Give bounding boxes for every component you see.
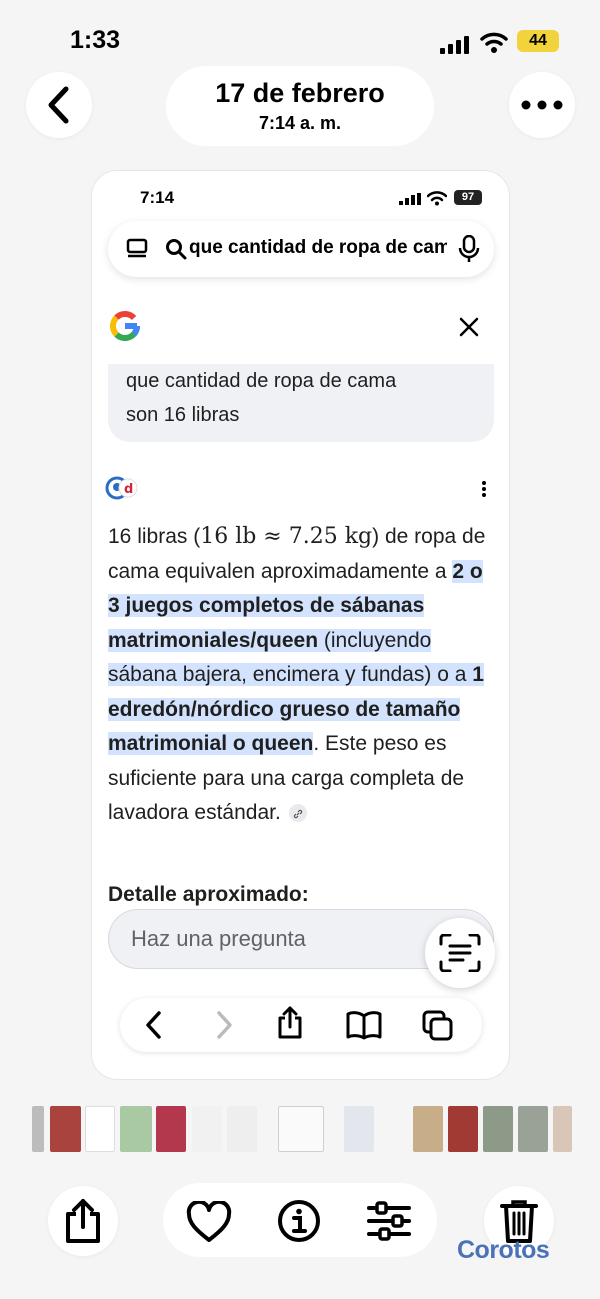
adjust-icon[interactable] xyxy=(366,1200,412,1242)
search-query[interactable]: que cantidad de ropa de cama son 16 libr… xyxy=(189,237,447,259)
prompt-line: que cantidad de ropa de cama xyxy=(126,370,397,392)
tabs-icon[interactable] xyxy=(422,1010,454,1042)
browser-forward-icon[interactable] xyxy=(214,1010,234,1040)
prompt-line: son 16 libras xyxy=(126,404,240,426)
status-bar: 1:33 44 xyxy=(0,22,600,62)
thumbnail[interactable] xyxy=(50,1106,81,1152)
mic-icon[interactable] xyxy=(458,235,480,263)
photo-toolbar xyxy=(163,1183,437,1257)
share-icon xyxy=(66,1199,100,1243)
back-icon xyxy=(48,86,69,124)
back-button[interactable] xyxy=(26,72,92,138)
search-icon xyxy=(166,239,187,260)
search-bar[interactable]: que cantidad de ropa de cama son 16 libr… xyxy=(108,221,494,277)
thumbnail[interactable] xyxy=(483,1106,513,1152)
thumbnail[interactable] xyxy=(448,1106,478,1152)
share-button[interactable] xyxy=(48,1186,118,1256)
more-icon xyxy=(521,100,563,110)
source-icons[interactable]: d xyxy=(105,476,139,500)
inner-battery-indicator: 97 xyxy=(454,190,482,205)
kebab-menu-icon[interactable] xyxy=(481,481,487,497)
photo-date: 17 de febrero xyxy=(215,78,385,108)
thumbnail[interactable] xyxy=(413,1106,443,1152)
signal-icon xyxy=(440,36,469,54)
ai-answer: 16 libras (16 lb ≈ 7.25 kg) de ropa de c… xyxy=(108,520,488,831)
thumbnail-strip[interactable] xyxy=(32,1106,572,1152)
status-time: 1:33 xyxy=(70,26,121,54)
thumbnail[interactable] xyxy=(85,1106,115,1152)
browser-nav-bar xyxy=(120,998,482,1052)
inner-status-time: 7:14 xyxy=(140,188,175,207)
scan-icon xyxy=(439,934,481,972)
link-icon[interactable] xyxy=(288,804,307,823)
screenshot-preview[interactable]: 7:14 97 que cantidad de ropa de cama son… xyxy=(91,170,510,1080)
more-button[interactable] xyxy=(509,72,575,138)
share-icon[interactable] xyxy=(276,1006,304,1040)
browser-back-icon[interactable] xyxy=(144,1010,164,1040)
thumbnail[interactable] xyxy=(120,1106,152,1152)
google-logo xyxy=(110,311,141,341)
answer-text: 16 libras ( xyxy=(108,525,201,548)
thumbnail[interactable] xyxy=(518,1106,548,1152)
section-heading: Detalle aproximado: xyxy=(108,883,309,906)
lens-button[interactable] xyxy=(425,918,495,988)
thumbnail[interactable] xyxy=(553,1106,572,1152)
thumbnail[interactable] xyxy=(192,1106,222,1152)
thumbnail[interactable] xyxy=(278,1106,324,1152)
wifi-icon xyxy=(480,32,508,53)
battery-indicator: 44 xyxy=(517,30,559,52)
close-icon[interactable] xyxy=(459,317,479,337)
thumbnail[interactable] xyxy=(378,1106,408,1152)
bookmarks-icon[interactable] xyxy=(346,1010,382,1040)
tab-icon xyxy=(126,238,148,258)
photo-time: 7:14 a. m. xyxy=(258,113,342,133)
user-prompt: que cantidad de ropa de cama son 16 libr… xyxy=(108,364,494,442)
thumbnail[interactable] xyxy=(227,1106,257,1152)
answer-math: 16 lb ≈ 7.25 kg xyxy=(200,524,373,549)
inner-wifi-icon xyxy=(427,191,447,206)
heart-icon[interactable] xyxy=(186,1201,232,1243)
photo-title: 17 de febrero 7:14 a. m. xyxy=(166,66,434,146)
watermark: Corotos xyxy=(457,1236,550,1264)
thumbnail[interactable] xyxy=(32,1106,44,1152)
thumbnail[interactable] xyxy=(156,1106,186,1152)
ask-placeholder: Haz una pregunta xyxy=(131,926,306,951)
thumbnail[interactable] xyxy=(344,1106,374,1152)
svg-text:d: d xyxy=(124,482,133,497)
info-icon[interactable] xyxy=(277,1199,321,1243)
inner-signal-icon xyxy=(399,193,421,205)
